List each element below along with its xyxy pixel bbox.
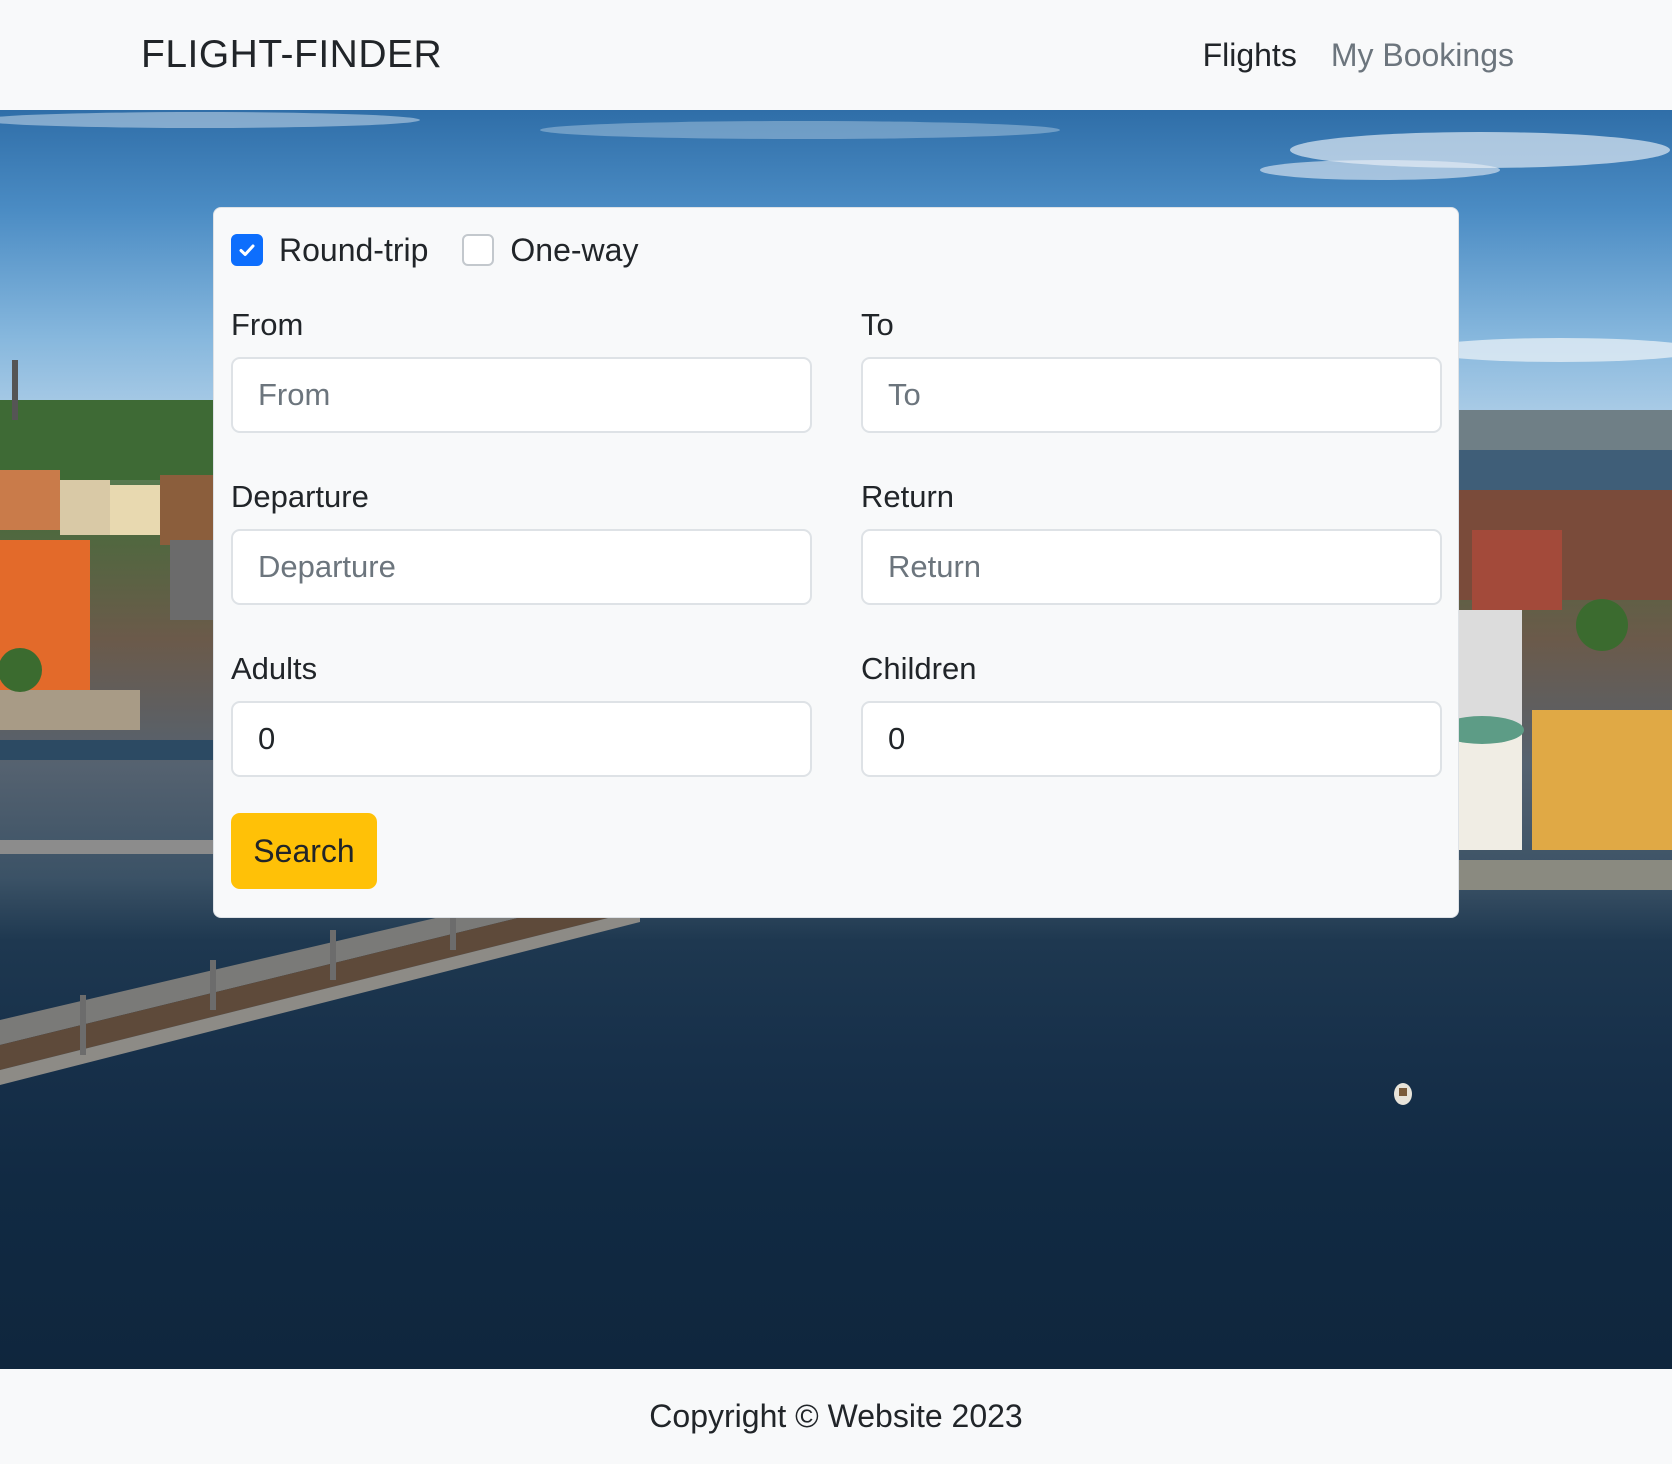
nav-links: Flights My Bookings [1203, 37, 1514, 74]
one-way-checkbox[interactable] [462, 234, 495, 266]
children-field-group: Children [861, 643, 1442, 815]
children-input[interactable] [861, 701, 1442, 777]
departure-label: Departure [231, 479, 369, 514]
return-input[interactable] [861, 529, 1442, 605]
departure-field-group: Departure [231, 471, 812, 643]
to-field-group: To [861, 299, 1442, 471]
to-input[interactable] [861, 357, 1442, 433]
from-input[interactable] [231, 357, 812, 433]
brand-logo[interactable]: FLIGHT-FINDER [141, 33, 442, 77]
children-label: Children [861, 651, 977, 686]
nav-link-my-bookings[interactable]: My Bookings [1331, 37, 1514, 74]
to-label: To [861, 307, 894, 342]
boat [1394, 1083, 1412, 1105]
adults-input[interactable] [231, 701, 812, 777]
return-label: Return [861, 479, 955, 514]
return-field-group: Return [861, 471, 1442, 643]
from-label: From [231, 307, 304, 342]
flight-search-form: Round-trip One-way From To Departure Ret… [213, 207, 1459, 918]
search-fields-grid: From To Departure Return Adults Children [231, 299, 1442, 815]
from-field-group: From [231, 299, 812, 471]
round-trip-label[interactable]: Round-trip [279, 232, 428, 269]
departure-input[interactable] [231, 529, 812, 605]
footer: Copyright © Website 2023 [0, 1369, 1672, 1464]
copyright-text: Copyright © Website 2023 [649, 1398, 1023, 1434]
navbar: FLIGHT-FINDER Flights My Bookings [0, 0, 1672, 110]
nav-link-flights[interactable]: Flights [1203, 37, 1297, 74]
round-trip-checkbox[interactable] [231, 234, 263, 266]
adults-field-group: Adults [231, 643, 812, 815]
trip-type-selector: Round-trip One-way [231, 225, 1441, 275]
adults-label: Adults [231, 651, 318, 686]
check-icon [239, 244, 255, 256]
one-way-label[interactable]: One-way [510, 232, 638, 269]
city-right-buildings [1442, 410, 1672, 890]
search-button[interactable]: Search [231, 813, 377, 889]
